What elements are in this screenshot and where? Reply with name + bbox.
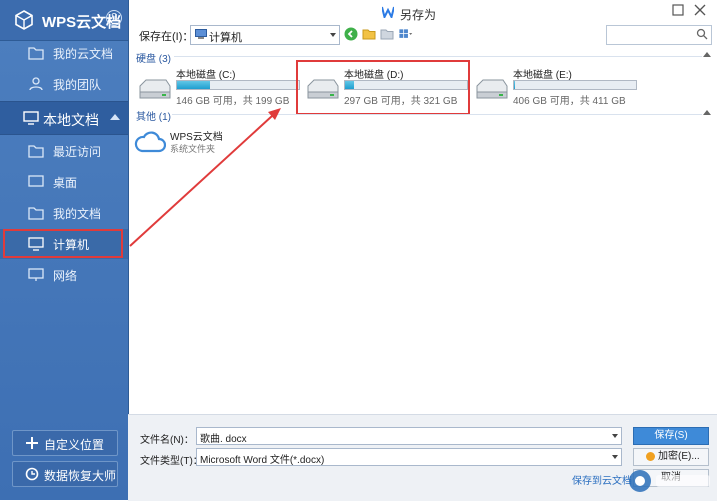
wps-cloud-logo-icon	[15, 10, 33, 30]
sidebar-item-desktop[interactable]: 桌面	[0, 167, 128, 197]
back-icon[interactable]	[344, 27, 358, 41]
section-label: 本地文档	[43, 112, 99, 128]
save-as-dialog: 另存为 保存在(I)： 计算机 硬盘 (3) 本地磁盘 (C:) 146 GB …	[128, 0, 717, 501]
new-folder-icon[interactable]	[380, 27, 394, 41]
recovery-icon	[25, 467, 39, 481]
drive-info: 406 GB 可用，共 411 GB	[513, 96, 626, 107]
encrypt-button[interactable]: 加密(E)...	[633, 448, 709, 466]
group-divider	[174, 56, 702, 57]
search-input[interactable]	[609, 27, 697, 43]
collapse-arrow-icon[interactable]	[110, 114, 120, 120]
brand-header: WPS云文档 ?	[0, 0, 128, 41]
sidebar-section-local-docs[interactable]: 本地文档	[0, 101, 128, 135]
sidebar-item-recent[interactable]: 最近访问	[0, 136, 128, 166]
drive-name: 本地磁盘 (C:)	[176, 70, 236, 81]
up-folder-icon[interactable]	[362, 27, 376, 41]
chevron-down-icon[interactable]	[612, 434, 618, 438]
drive-usage-fill	[177, 81, 210, 89]
disks-group-header: 硬盘 (3)	[136, 54, 171, 65]
computer-highlight-box	[3, 229, 123, 258]
cloud-icon	[134, 131, 166, 153]
hard-drive-icon	[139, 79, 171, 99]
wps-cloud-folder[interactable]: WPS云文档 系统文件夹	[134, 128, 274, 158]
sidebar-item-my-documents[interactable]: 我的文档	[0, 198, 128, 228]
location-select[interactable]: 计算机	[190, 25, 340, 45]
collapse-group-icon[interactable]	[703, 52, 711, 57]
filename-input[interactable]: 歌曲. docx	[196, 427, 622, 445]
filetype-value: Microsoft Word 文件(*.docx)	[200, 455, 325, 466]
other-group-header: 其他 (1)	[136, 112, 171, 123]
filename-value: 歌曲. docx	[200, 434, 247, 445]
sidebar-item-label: 我的团队	[53, 77, 102, 92]
filetype-select[interactable]: Microsoft Word 文件(*.docx)	[196, 448, 622, 466]
data-recovery-label: 数据恢复大师	[44, 469, 117, 483]
drive-name: 本地磁盘 (E:)	[513, 70, 572, 81]
plus-icon	[26, 437, 38, 449]
custom-location-button[interactable]: 自定义位置	[12, 430, 118, 456]
close-icon[interactable]	[694, 4, 706, 16]
drive-d-highlight-box	[296, 60, 470, 115]
sidebar-item-label: 我的云文档	[53, 46, 114, 61]
cloud-subtitle: 系统文件夹	[170, 144, 216, 154]
location-value: 计算机	[209, 32, 242, 44]
sidebar-item-label: 网络	[53, 268, 78, 283]
sidebar-item-label: 最近访问	[53, 144, 102, 159]
save-in-label: 保存在(I)：	[139, 31, 194, 43]
save-to-cloud-link[interactable]: 保存到云文档	[572, 472, 632, 487]
computer-small-icon	[195, 29, 207, 39]
recent-folder-icon	[28, 145, 44, 158]
collapse-group-icon[interactable]	[703, 110, 711, 115]
filename-label: 文件名(N)：	[140, 435, 194, 446]
encrypt-label: 加密(E)...	[658, 451, 700, 462]
cloud-name: WPS云文档	[170, 132, 223, 143]
sidebar-item-network[interactable]: 网络	[0, 260, 128, 290]
wps-writer-icon	[382, 6, 394, 18]
sidebar-item-label: 桌面	[53, 175, 78, 190]
location-toolbar: 保存在(I)： 计算机	[128, 24, 717, 46]
maximize-icon[interactable]	[672, 4, 684, 16]
chevron-down-icon	[330, 33, 336, 37]
team-icon	[29, 77, 43, 91]
folder-cloud-icon	[28, 47, 44, 60]
hard-drive-icon	[476, 79, 508, 99]
data-recovery-button[interactable]: 数据恢复大师	[12, 461, 118, 487]
lock-icon	[646, 452, 655, 461]
network-icon	[28, 268, 44, 281]
sidebar-item-my-cloud-docs[interactable]: 我的云文档	[0, 38, 128, 68]
save-button[interactable]: 保存(S)	[633, 427, 709, 445]
dialog-titlebar: 另存为	[128, 0, 717, 24]
documents-folder-icon	[28, 207, 44, 220]
monitor-icon	[23, 111, 39, 125]
view-menu-icon[interactable]	[399, 27, 413, 41]
group-divider	[172, 114, 702, 115]
search-box[interactable]	[606, 25, 712, 45]
watermark-logo	[629, 470, 710, 492]
drive-usage-bar	[176, 80, 300, 90]
drive-c[interactable]: 本地磁盘 (C:) 146 GB 可用，共 199 GB	[134, 64, 300, 108]
sidebar-item-my-team[interactable]: 我的团队	[0, 69, 128, 99]
search-icon[interactable]	[696, 28, 708, 40]
drive-usage-bar	[513, 80, 637, 90]
filetype-label: 文件类型(T)：	[140, 456, 203, 467]
chevron-down-icon[interactable]	[612, 455, 618, 459]
desktop-icon	[28, 175, 44, 187]
drive-info: 146 GB 可用，共 199 GB	[176, 96, 290, 107]
sidebar: WPS云文档 ? 我的云文档 我的团队 本地文档 最近访问 桌面 我的文档 计算…	[0, 0, 129, 500]
drive-usage-fill	[514, 81, 516, 89]
dialog-title: 另存为	[400, 8, 437, 22]
custom-location-label: 自定义位置	[44, 438, 105, 452]
drive-e[interactable]: 本地磁盘 (E:) 406 GB 可用，共 411 GB	[471, 64, 637, 108]
sidebar-item-label: 我的文档	[53, 206, 102, 221]
help-icon[interactable]: ?	[106, 10, 122, 26]
